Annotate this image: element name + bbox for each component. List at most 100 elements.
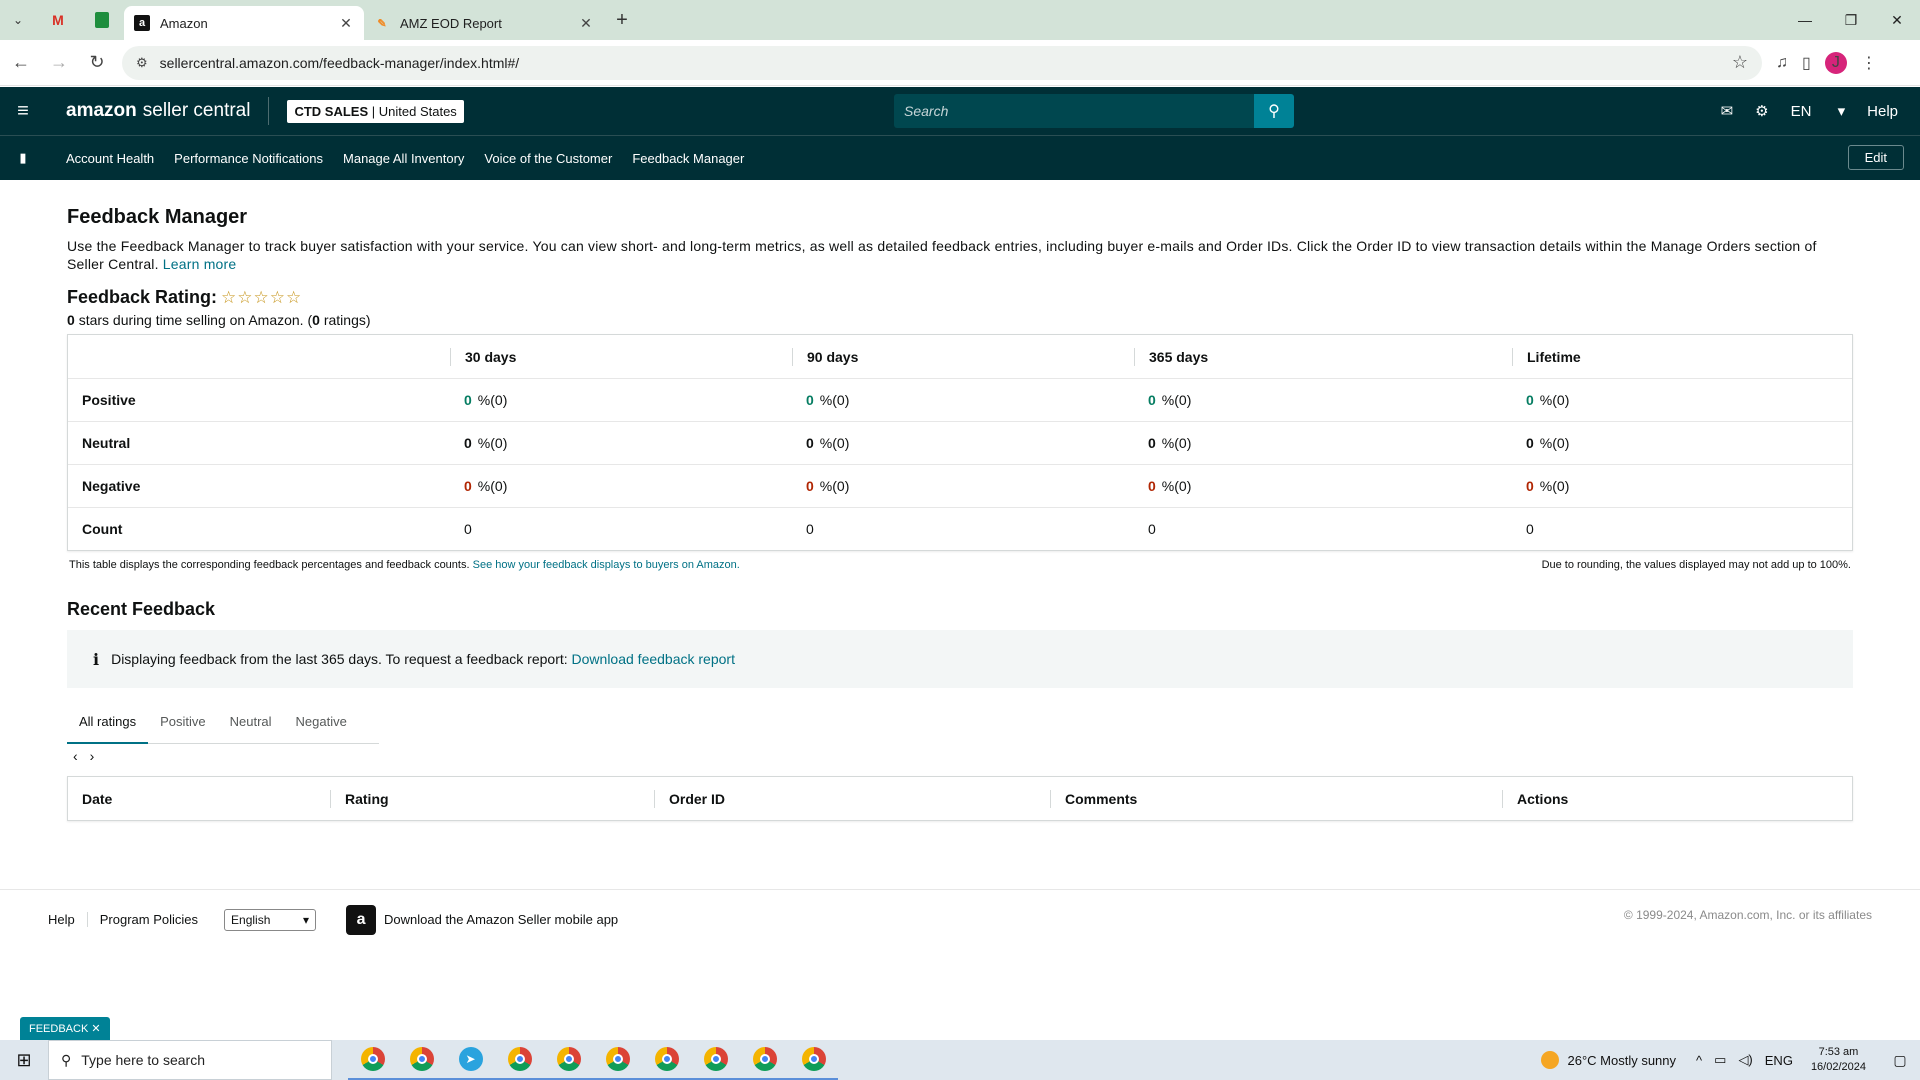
weather-sun-icon <box>1541 1051 1560 1069</box>
row-label: Count <box>82 521 123 537</box>
summary-mid-text: stars during time selling on Amazon. ( <box>78 312 313 328</box>
profile-avatar[interactable]: J <box>1824 51 1847 74</box>
minimize-icon[interactable]: — <box>1782 0 1828 40</box>
metrics-note: This table displays the corresponding fe… <box>67 559 1853 571</box>
restore-icon[interactable]: ❐ <box>1828 0 1874 40</box>
intro-body: Use the Feedback Manager to track buyer … <box>67 238 1817 272</box>
close-tab-icon[interactable]: ✕ <box>578 15 594 32</box>
clock[interactable]: 7:53 am 16/02/2024 <box>1811 1045 1866 1075</box>
metrics-note-left: This table displays the corresponding fe… <box>69 559 740 571</box>
chrome-app-icon[interactable] <box>495 1040 544 1080</box>
input-language[interactable]: ENG <box>1765 1053 1793 1068</box>
settings-gear-icon[interactable]: ⚙ <box>1755 102 1768 120</box>
count-cell: 0 <box>464 521 472 537</box>
summary-end-text: ratings) <box>323 312 371 328</box>
mail-icon[interactable]: ✉ <box>1721 102 1734 120</box>
metric-cell: 0 %(0) <box>1148 392 1192 408</box>
metric-cell: 0 %(0) <box>1526 392 1570 408</box>
feedback-metrics-table: 30 days 90 days 365 days Lifetime Positi… <box>67 334 1853 551</box>
recent-feedback-table: Date Rating Order ID Comments Actions <box>67 776 1853 821</box>
chevron-up-icon[interactable]: ^ <box>1696 1053 1702 1068</box>
tab-negative[interactable]: Negative <box>284 708 359 744</box>
store-name: CTD SALES <box>294 103 369 119</box>
metric-cell: 0 %(0) <box>1148 435 1192 451</box>
metrics-header-empty <box>68 335 436 378</box>
metrics-row-negative: Negative 0 %(0) 0 %(0) 0 %(0) 0 %(0) <box>68 464 1852 507</box>
info-icon: i <box>93 649 100 669</box>
nav-account-health[interactable]: Account Health <box>66 151 154 166</box>
tab-all-ratings[interactable]: All ratings <box>67 708 149 744</box>
help-link[interactable]: Help <box>1867 103 1898 120</box>
bookmark-star-icon[interactable]: ☆ <box>1732 52 1748 73</box>
chrome-app-icon[interactable] <box>397 1040 446 1080</box>
nav-voice-of-the-customer[interactable]: Voice of the Customer <box>484 151 612 166</box>
download-app-link[interactable]: a Download the Amazon Seller mobile app <box>346 904 619 935</box>
edit-nav-button[interactable]: Edit <box>1847 145 1904 170</box>
nav-feedback-manager[interactable]: Feedback Manager <box>632 151 744 166</box>
browser-tabbar: ⌄ M a Amazon ✕ ✎ AMZ EOD Report ✕ + — ❐ … <box>0 0 1920 40</box>
chrome-app-icon[interactable] <box>348 1040 397 1080</box>
back-icon[interactable]: ← <box>4 46 38 80</box>
count-cell: 0 <box>1148 521 1156 537</box>
bookmark-icon[interactable]: ▮ <box>0 150 46 166</box>
tab-neutral[interactable]: Neutral <box>218 708 284 744</box>
pinned-tab-sheets[interactable] <box>80 0 124 40</box>
browser-menu-icon[interactable]: ⋮ <box>1861 53 1877 73</box>
close-window-icon[interactable]: ✕ <box>1874 0 1920 40</box>
page-title: Feedback Manager <box>67 206 248 228</box>
tab-search-icon[interactable]: ⌄ <box>0 0 36 40</box>
windows-start-icon[interactable]: ⊞ <box>0 1040 48 1080</box>
reload-icon[interactable]: ↻ <box>80 46 114 80</box>
chrome-app-icon[interactable] <box>691 1040 740 1080</box>
chrome-app-icon[interactable] <box>642 1040 691 1080</box>
main-content: Feedback Manager Use the Feedback Manage… <box>67 180 1853 821</box>
feedback-widget-button[interactable]: FEEDBACK ✕ <box>20 1017 110 1040</box>
close-icon[interactable]: ✕ <box>91 1023 100 1035</box>
language-selector[interactable]: EN ▾ <box>1791 102 1846 120</box>
feedback-display-link[interactable]: See how your feedback displays to buyers… <box>473 559 740 571</box>
hamburger-menu-icon[interactable]: ≡ <box>0 87 46 135</box>
header-lifetime: Lifetime <box>1498 335 1852 378</box>
chrome-app-icon[interactable] <box>593 1040 642 1080</box>
tab-amz-eod-report[interactable]: ✎ AMZ EOD Report ✕ <box>364 6 604 40</box>
new-tab-button[interactable]: + <box>604 0 640 40</box>
nav-manage-all-inventory[interactable]: Manage All Inventory <box>343 151 464 166</box>
learn-more-link[interactable]: Learn more <box>163 256 237 272</box>
info-alert: i Displaying feedback from the last 365 … <box>67 630 1853 688</box>
network-icon[interactable]: ▭ <box>1714 1052 1726 1068</box>
volume-icon[interactable]: ◁) <box>1738 1052 1752 1068</box>
pinned-tab-gmail[interactable]: M <box>36 0 80 40</box>
media-icon[interactable]: ♫ <box>1776 54 1788 72</box>
footer-help-link[interactable]: Help <box>36 912 88 927</box>
tab-positive[interactable]: Positive <box>148 708 218 744</box>
star-rating-icon: ☆☆☆☆☆ <box>221 287 303 307</box>
tab-amazon[interactable]: a Amazon ✕ <box>124 6 364 40</box>
download-app-text: Download the Amazon Seller mobile app <box>384 912 619 927</box>
chevron-right-icon[interactable]: › <box>90 748 95 764</box>
forward-icon[interactable]: → <box>42 46 76 80</box>
chrome-app-icon[interactable] <box>740 1040 789 1080</box>
side-panel-icon[interactable]: ▯ <box>1802 53 1811 73</box>
search-button[interactable]: ⚲ <box>1254 94 1294 128</box>
count-cell: 0 <box>806 521 814 537</box>
chrome-app-icon[interactable] <box>789 1040 838 1080</box>
footer-language-select[interactable]: English ▾ <box>224 908 317 931</box>
footer-program-policies-link[interactable]: Program Policies <box>88 912 210 927</box>
chrome-app-icon[interactable] <box>544 1040 593 1080</box>
col-rating: Rating <box>330 789 654 808</box>
site-info-icon[interactable]: ⚙ <box>136 55 148 71</box>
telegram-app-icon[interactable]: ➤ <box>446 1040 495 1080</box>
store-switcher[interactable]: CTD SALES | United States <box>287 99 464 123</box>
search-input[interactable]: Search <box>894 94 1254 128</box>
close-tab-icon[interactable]: ✕ <box>338 15 354 32</box>
nav-performance-notifications[interactable]: Performance Notifications <box>174 151 323 166</box>
address-bar[interactable]: ⚙ sellercentral.amazon.com/feedback-mana… <box>122 45 1762 80</box>
chevron-left-icon[interactable]: ‹ <box>73 748 78 764</box>
metrics-row-positive: Positive 0 %(0) 0 %(0) 0 %(0) 0 %(0) <box>68 378 1852 421</box>
metric-cell: 0 %(0) <box>1526 478 1570 494</box>
weather-widget[interactable]: 26°C Mostly sunny <box>1541 1051 1676 1069</box>
taskbar-search-input[interactable]: ⚲ Type here to search <box>48 1040 332 1080</box>
download-feedback-report-link[interactable]: Download feedback report <box>572 651 735 667</box>
notifications-icon[interactable]: ▢ <box>1880 1052 1920 1069</box>
seller-central-logo[interactable]: amazon seller central <box>46 97 270 125</box>
